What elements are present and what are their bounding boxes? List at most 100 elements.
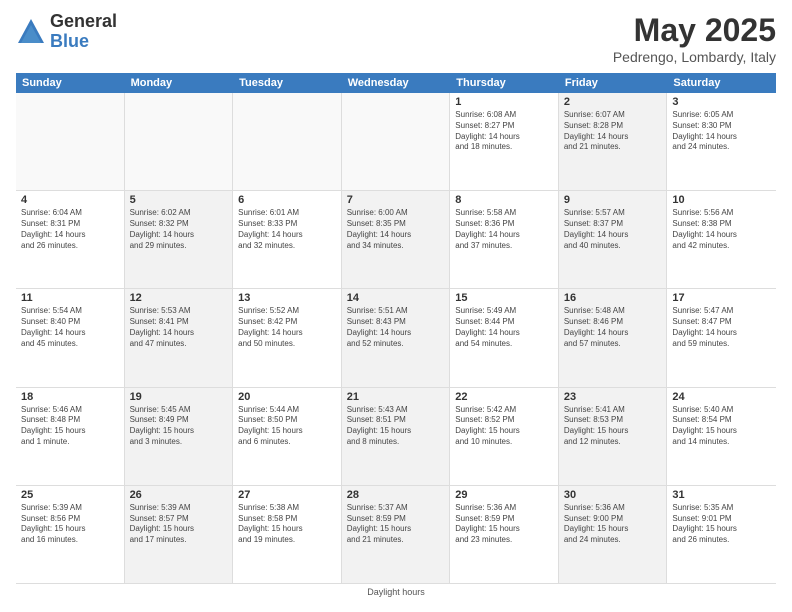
calendar-cell: 4 Sunrise: 6:04 AM Sunset: 8:31 PM Daylig… — [16, 191, 125, 288]
day-number: 17 — [672, 292, 771, 304]
calendar-cell: 3 Sunrise: 6:05 AM Sunset: 8:30 PM Daylig… — [667, 93, 776, 190]
day-number: 19 — [130, 391, 228, 403]
calendar-header-cell: Sunday — [16, 73, 125, 93]
calendar-cell: 30 Sunrise: 5:36 AM Sunset: 9:00 PM Dayli… — [559, 486, 668, 583]
calendar-cell: 21 Sunrise: 5:43 AM Sunset: 8:51 PM Dayli… — [342, 388, 451, 485]
day-info: Sunrise: 5:46 AM Sunset: 8:48 PM Dayligh… — [21, 405, 119, 448]
day-number: 3 — [672, 96, 771, 108]
day-info: Sunrise: 5:49 AM Sunset: 8:44 PM Dayligh… — [455, 306, 553, 349]
calendar-cell — [233, 93, 342, 190]
calendar-cell: 27 Sunrise: 5:38 AM Sunset: 8:58 PM Dayli… — [233, 486, 342, 583]
day-info: Sunrise: 5:36 AM Sunset: 9:00 PM Dayligh… — [564, 503, 662, 546]
calendar-header-cell: Wednesday — [342, 73, 451, 93]
day-info: Sunrise: 5:39 AM Sunset: 8:57 PM Dayligh… — [130, 503, 228, 546]
day-number: 30 — [564, 489, 662, 501]
day-number: 4 — [21, 194, 119, 206]
day-number: 6 — [238, 194, 336, 206]
calendar-cell: 15 Sunrise: 5:49 AM Sunset: 8:44 PM Dayli… — [450, 289, 559, 386]
day-info: Sunrise: 6:04 AM Sunset: 8:31 PM Dayligh… — [21, 208, 119, 251]
day-info: Sunrise: 5:58 AM Sunset: 8:36 PM Dayligh… — [455, 208, 553, 251]
calendar-cell: 24 Sunrise: 5:40 AM Sunset: 8:54 PM Dayli… — [667, 388, 776, 485]
logo-text: General Blue — [50, 12, 117, 52]
calendar-cell: 1 Sunrise: 6:08 AM Sunset: 8:27 PM Daylig… — [450, 93, 559, 190]
calendar-cell: 13Sunrise: 5:52 AM Sunset: 8:42 PM Dayli… — [233, 289, 342, 386]
calendar-cell: 12Sunrise: 5:53 AM Sunset: 8:41 PM Dayli… — [125, 289, 234, 386]
day-info: Sunrise: 5:48 AM Sunset: 8:46 PM Dayligh… — [564, 306, 662, 349]
page: General Blue May 2025 Pedrengo, Lombardy… — [0, 0, 792, 612]
calendar-cell: 10Sunrise: 5:56 AM Sunset: 8:38 PM Dayli… — [667, 191, 776, 288]
day-number: 14 — [347, 292, 445, 304]
calendar-body: 1 Sunrise: 6:08 AM Sunset: 8:27 PM Daylig… — [16, 93, 776, 583]
calendar-cell: 22 Sunrise: 5:42 AM Sunset: 8:52 PM Dayli… — [450, 388, 559, 485]
calendar-cell: 8 Sunrise: 5:58 AM Sunset: 8:36 PM Daylig… — [450, 191, 559, 288]
header: General Blue May 2025 Pedrengo, Lombardy… — [16, 12, 776, 65]
day-number: 11 — [21, 292, 119, 304]
calendar-cell: 6 Sunrise: 6:01 AM Sunset: 8:33 PM Daylig… — [233, 191, 342, 288]
calendar-cell — [342, 93, 451, 190]
day-info: Sunrise: 5:56 AM Sunset: 8:38 PM Dayligh… — [672, 208, 771, 251]
day-info: Sunrise: 5:35 AM Sunset: 9:01 PM Dayligh… — [672, 503, 771, 546]
day-info: Sunrise: 5:43 AM Sunset: 8:51 PM Dayligh… — [347, 405, 445, 448]
day-number: 21 — [347, 391, 445, 403]
calendar-header: SundayMondayTuesdayWednesdayThursdayFrid… — [16, 73, 776, 93]
calendar-cell: 11Sunrise: 5:54 AM Sunset: 8:40 PM Dayli… — [16, 289, 125, 386]
day-info: Sunrise: 5:38 AM Sunset: 8:58 PM Dayligh… — [238, 503, 336, 546]
day-number: 28 — [347, 489, 445, 501]
day-number: 27 — [238, 489, 336, 501]
calendar-header-cell: Monday — [125, 73, 234, 93]
calendar-cell: 29 Sunrise: 5:36 AM Sunset: 8:59 PM Dayli… — [450, 486, 559, 583]
main-title: May 2025 — [613, 12, 776, 49]
calendar-header-cell: Friday — [559, 73, 668, 93]
calendar-header-cell: Tuesday — [233, 73, 342, 93]
day-number: 25 — [21, 489, 119, 501]
day-number: 15 — [455, 292, 553, 304]
day-info: Sunrise: 5:42 AM Sunset: 8:52 PM Dayligh… — [455, 405, 553, 448]
day-info: Sunrise: 5:36 AM Sunset: 8:59 PM Dayligh… — [455, 503, 553, 546]
footer-note: Daylight hours — [16, 583, 776, 600]
day-number: 9 — [564, 194, 662, 206]
day-info: Sunrise: 6:01 AM Sunset: 8:33 PM Dayligh… — [238, 208, 336, 251]
day-info: Sunrise: 5:44 AM Sunset: 8:50 PM Dayligh… — [238, 405, 336, 448]
calendar-row: 4 Sunrise: 6:04 AM Sunset: 8:31 PM Daylig… — [16, 191, 776, 289]
day-info: Sunrise: 5:41 AM Sunset: 8:53 PM Dayligh… — [564, 405, 662, 448]
day-info: Sunrise: 5:57 AM Sunset: 8:37 PM Dayligh… — [564, 208, 662, 251]
day-info: Sunrise: 5:40 AM Sunset: 8:54 PM Dayligh… — [672, 405, 771, 448]
calendar-header-cell: Saturday — [667, 73, 776, 93]
day-number: 1 — [455, 96, 553, 108]
day-number: 26 — [130, 489, 228, 501]
calendar-cell: 19 Sunrise: 5:45 AM Sunset: 8:49 PM Dayli… — [125, 388, 234, 485]
day-number: 22 — [455, 391, 553, 403]
calendar-cell — [16, 93, 125, 190]
day-info: Sunrise: 5:53 AM Sunset: 8:41 PM Dayligh… — [130, 306, 228, 349]
day-info: Sunrise: 5:45 AM Sunset: 8:49 PM Dayligh… — [130, 405, 228, 448]
calendar-row: 1 Sunrise: 6:08 AM Sunset: 8:27 PM Daylig… — [16, 93, 776, 191]
calendar-cell: 2Sunrise: 6:07 AM Sunset: 8:28 PM Daylig… — [559, 93, 668, 190]
day-info: Sunrise: 5:52 AM Sunset: 8:42 PM Dayligh… — [238, 306, 336, 349]
logo-icon — [16, 17, 46, 47]
day-number: 31 — [672, 489, 771, 501]
calendar-cell: 18Sunrise: 5:46 AM Sunset: 8:48 PM Dayli… — [16, 388, 125, 485]
day-info: Sunrise: 6:05 AM Sunset: 8:30 PM Dayligh… — [672, 110, 771, 153]
day-info: Sunrise: 5:51 AM Sunset: 8:43 PM Dayligh… — [347, 306, 445, 349]
day-number: 2 — [564, 96, 662, 108]
day-number: 29 — [455, 489, 553, 501]
calendar-row: 25 Sunrise: 5:39 AM Sunset: 8:56 PM Dayli… — [16, 486, 776, 583]
calendar-cell: 17Sunrise: 5:47 AM Sunset: 8:47 PM Dayli… — [667, 289, 776, 386]
calendar-cell: 14 Sunrise: 5:51 AM Sunset: 8:43 PM Dayli… — [342, 289, 451, 386]
calendar-cell — [125, 93, 234, 190]
calendar-cell: 9 Sunrise: 5:57 AM Sunset: 8:37 PM Daylig… — [559, 191, 668, 288]
day-number: 24 — [672, 391, 771, 403]
calendar-header-cell: Thursday — [450, 73, 559, 93]
calendar-row: 11Sunrise: 5:54 AM Sunset: 8:40 PM Dayli… — [16, 289, 776, 387]
day-number: 20 — [238, 391, 336, 403]
day-number: 8 — [455, 194, 553, 206]
logo: General Blue — [16, 12, 117, 52]
calendar-cell: 20 Sunrise: 5:44 AM Sunset: 8:50 PM Dayli… — [233, 388, 342, 485]
day-info: Sunrise: 6:08 AM Sunset: 8:27 PM Dayligh… — [455, 110, 553, 153]
calendar-row: 18Sunrise: 5:46 AM Sunset: 8:48 PM Dayli… — [16, 388, 776, 486]
calendar-cell: 28Sunrise: 5:37 AM Sunset: 8:59 PM Dayli… — [342, 486, 451, 583]
calendar-cell: 7Sunrise: 6:00 AM Sunset: 8:35 PM Daylig… — [342, 191, 451, 288]
calendar-cell: 5Sunrise: 6:02 AM Sunset: 8:32 PM Daylig… — [125, 191, 234, 288]
day-info: Sunrise: 5:39 AM Sunset: 8:56 PM Dayligh… — [21, 503, 119, 546]
day-number: 7 — [347, 194, 445, 206]
